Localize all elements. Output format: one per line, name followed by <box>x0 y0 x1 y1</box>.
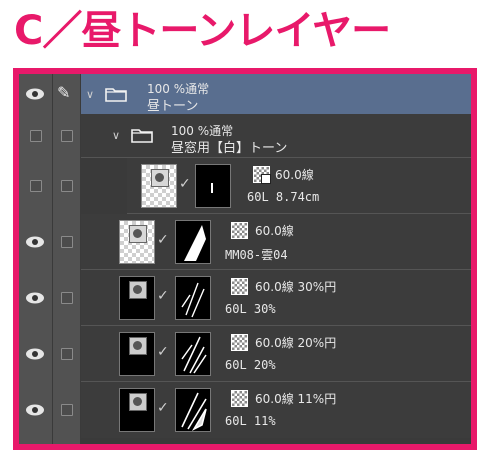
tone-label: 60.0線 <box>255 224 294 238</box>
lock-checkbox[interactable] <box>61 292 73 304</box>
eye-icon[interactable] <box>25 403 45 417</box>
checkmark-icon: ✓ <box>157 288 169 304</box>
tone-label: 60.0線 30%円 <box>255 280 337 294</box>
lock-checkbox[interactable] <box>61 130 73 142</box>
eye-icon[interactable] <box>25 291 45 305</box>
layer-info: MM08-雲04 <box>225 248 288 262</box>
folder-icon <box>131 129 153 143</box>
layer-mask-thumbnail <box>175 220 211 264</box>
tone-label: 60.0線 <box>275 168 314 182</box>
chevron-down-icon[interactable]: ∨ <box>86 88 94 101</box>
chevron-down-icon[interactable]: ∨ <box>112 129 120 142</box>
eye-icon[interactable] <box>30 130 42 142</box>
layer-thumbnail <box>141 164 177 208</box>
pen-icon[interactable]: ✎ <box>57 83 70 102</box>
tone-label: 60.0線 20%円 <box>255 336 337 350</box>
layer-mask-thumbnail <box>195 164 231 208</box>
eye-icon[interactable] <box>25 235 45 249</box>
layer-info: 60L 20% <box>225 358 276 372</box>
layer-row-tone-3[interactable]: ✓ 60.0線 30%円 60L 30% <box>19 270 471 326</box>
layer-info: 60L 11% <box>225 414 276 428</box>
lock-checkbox[interactable] <box>61 236 73 248</box>
lock-checkbox[interactable] <box>61 348 73 360</box>
checkmark-icon: ✓ <box>157 344 169 360</box>
eye-icon[interactable] <box>25 87 45 101</box>
layer-row-tone-1[interactable]: ✓ 60.0線 60L 8.74cm <box>19 158 471 214</box>
checkmark-icon: ✓ <box>157 232 169 248</box>
layer-row-tone-2[interactable]: ✓ 60.0線 MM08-雲04 <box>19 214 471 270</box>
layer-row-tone-4[interactable]: ✓ 60.0線 20%円 60L 20% <box>19 326 471 382</box>
tone-label: 60.0線 11%円 <box>255 392 337 406</box>
layer-mask-thumbnail <box>175 332 211 376</box>
lock-checkbox[interactable] <box>61 180 73 192</box>
eye-icon[interactable] <box>25 347 45 361</box>
layer-row-folder-madoyou[interactable]: ∨ 100 %通常 昼窓用【白】トーン <box>19 114 471 158</box>
folder-icon <box>105 88 127 102</box>
layer-thumbnail <box>119 332 155 376</box>
checkmark-icon: ✓ <box>179 176 191 192</box>
layer-thumbnail <box>119 388 155 432</box>
layer-name: 昼窓用【白】トーン <box>171 141 288 156</box>
tone-icon <box>231 222 248 239</box>
eye-icon[interactable] <box>30 180 42 192</box>
layer-info: 60L 8.74cm <box>247 190 320 204</box>
layer-info: 60L 30% <box>225 302 276 316</box>
layer-thumbnail <box>119 276 155 320</box>
lock-checkbox[interactable] <box>61 404 73 416</box>
tone-icon <box>231 390 248 407</box>
tone-icon <box>253 166 271 184</box>
tone-icon <box>231 278 248 295</box>
layer-row-folder-hiru-tone[interactable]: ✎ ∨ 100 %通常 昼トーン <box>19 74 471 114</box>
layer-row-tone-5[interactable]: ✓ 60.0線 11%円 60L 11% <box>19 382 471 438</box>
layer-thumbnail <box>119 220 155 264</box>
layer-panel: ✎ ∨ 100 %通常 昼トーン ∨ 100 %通常 昼窓用【白】トーン ✓ 6… <box>13 68 477 450</box>
layer-mask-thumbnail <box>175 388 211 432</box>
checkmark-icon: ✓ <box>157 400 169 416</box>
page-title: C／昼トーンレイヤー <box>14 8 391 54</box>
tone-icon <box>231 334 248 351</box>
layer-name: 昼トーン <box>147 99 199 114</box>
layer-mask-thumbnail <box>175 276 211 320</box>
